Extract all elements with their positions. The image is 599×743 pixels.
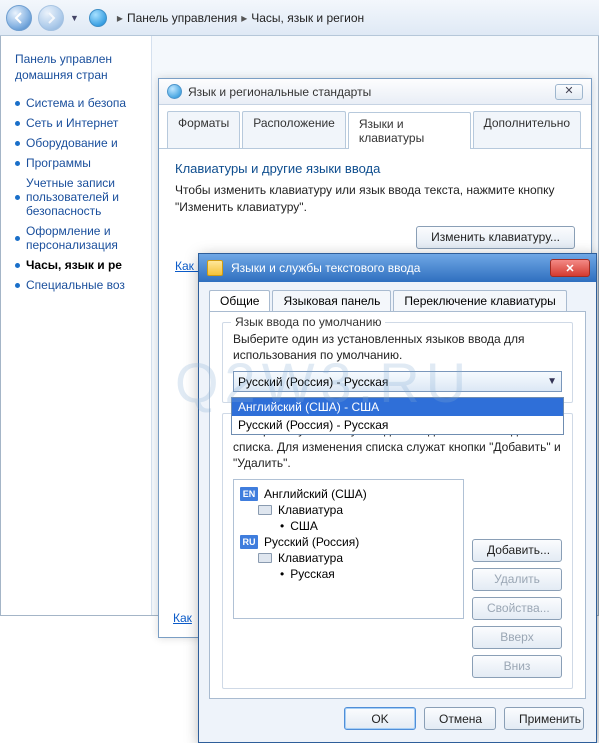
move-up-button[interactable]: Вверх	[472, 626, 562, 649]
default-lang-combo[interactable]: Русский (Россия) - Русская ▼	[233, 371, 562, 392]
tab-general[interactable]: Общие	[209, 290, 270, 311]
sidebar-home-link[interactable]: Панель управлен	[15, 52, 143, 66]
keyboard-icon	[258, 553, 272, 563]
ts-titlebar: Языки и службы текстового ввода ✕	[199, 254, 596, 282]
globe-icon	[167, 84, 182, 99]
properties-button[interactable]: Свойства...	[472, 597, 562, 620]
tree-layout-en[interactable]: • США	[280, 518, 457, 534]
sidebar-item-hardware[interactable]: Оборудование и	[15, 136, 143, 150]
tree-layout-ru[interactable]: • Русская	[280, 566, 457, 582]
group-default-lang: Язык ввода по умолчанию Выберите один из…	[222, 322, 573, 403]
region-tabs: Форматы Расположение Языки и клавиатуры …	[159, 105, 591, 149]
default-lang-dropdown: Английский (США) - США Русский (Россия) …	[231, 397, 564, 435]
ok-button[interactable]: OK	[344, 707, 416, 730]
explorer-header: ▼ ▸ Панель управления ▸ Часы, язык и рег…	[0, 0, 599, 36]
tab-switch[interactable]: Переключение клавиатуры	[393, 290, 566, 311]
breadcrumb-sep: ▸	[241, 11, 247, 25]
ts-panel: Язык ввода по умолчанию Выберите один из…	[209, 311, 586, 699]
section-text: Чтобы изменить клавиатуру или язык ввода…	[175, 182, 575, 216]
nav-back-button[interactable]	[6, 5, 32, 31]
sidebar-item-appearance[interactable]: Оформление и персонализация	[15, 224, 143, 252]
cancel-button[interactable]: Отмена	[424, 707, 496, 730]
tree-lang-ru[interactable]: RU Русский (Россия)	[240, 534, 457, 550]
close-button[interactable]: ✕	[555, 84, 583, 100]
tree-kbd-group[interactable]: Клавиатура	[258, 502, 457, 518]
tree-kbd-group[interactable]: Клавиатура	[258, 550, 457, 566]
region-title: Язык и региональные стандарты	[188, 85, 549, 99]
sidebar-item-accessibility[interactable]: Специальные воз	[15, 278, 143, 292]
breadcrumb: ▸ Панель управления ▸ Часы, язык и регио…	[117, 11, 364, 25]
region-titlebar: Язык и региональные стандарты ✕	[159, 79, 591, 105]
sidebar-item-clock-lang[interactable]: Часы, язык и ре	[15, 258, 143, 272]
text-services-dialog: Языки и службы текстового ввода ✕ Общие …	[198, 253, 597, 743]
lang-badge-ru: RU	[240, 535, 258, 549]
combo-value: Русский (Россия) - Русская	[238, 375, 388, 389]
chevron-down-icon: ▼	[547, 376, 557, 387]
tree-lang-en[interactable]: EN Английский (США)	[240, 486, 457, 502]
tab-formats[interactable]: Форматы	[167, 111, 240, 148]
apply-button[interactable]: Применить	[504, 707, 584, 730]
add-button[interactable]: Добавить...	[472, 539, 562, 562]
group-installed-services: Установленные службы Выберите нужные слу…	[222, 413, 573, 689]
sidebar-item-programs[interactable]: Программы	[15, 156, 143, 170]
section-header: Клавиатуры и другие языки ввода	[175, 161, 575, 176]
group-title: Язык ввода по умолчанию	[231, 315, 385, 329]
ts-footer: OK Отмена Применить	[199, 707, 596, 742]
ts-tabs: Общие Языковая панель Переключение клави…	[199, 282, 596, 311]
tab-location[interactable]: Расположение	[242, 111, 346, 148]
tab-langbar[interactable]: Языковая панель	[272, 290, 391, 311]
sidebar: Панель управлен домашняя стран Система и…	[1, 36, 151, 615]
language-tree[interactable]: EN Английский (США) Клавиатура • США RU …	[233, 479, 464, 619]
tab-keyboards[interactable]: Языки и клавиатуры	[348, 112, 471, 149]
chevron-down-icon[interactable]: ▼	[70, 13, 79, 23]
keyboard-icon	[258, 505, 272, 515]
sidebar-item-network[interactable]: Сеть и Интернет	[15, 116, 143, 130]
group-desc: Выберите один из установленных языков вв…	[233, 331, 562, 363]
tab-additional[interactable]: Дополнительно	[473, 111, 581, 148]
dropdown-option-ru[interactable]: Русский (Россия) - Русская	[232, 416, 563, 434]
move-down-button[interactable]: Вниз	[472, 655, 562, 678]
sidebar-home-link2[interactable]: домашняя стран	[15, 68, 143, 82]
change-keyboard-button[interactable]: Изменить клавиатуру...	[416, 226, 575, 249]
dropdown-option-en[interactable]: Английский (США) - США	[232, 398, 563, 416]
lang-badge-en: EN	[240, 487, 258, 501]
globe-icon	[89, 9, 107, 27]
nav-forward-button[interactable]	[38, 5, 64, 31]
breadcrumb-sep: ▸	[117, 11, 123, 25]
keyboard-icon	[207, 260, 223, 276]
sidebar-item-system[interactable]: Система и безопа	[15, 96, 143, 110]
breadcrumb-item[interactable]: Часы, язык и регион	[251, 11, 364, 25]
tree-buttons: Добавить... Удалить Свойства... Вверх Вн…	[472, 539, 562, 678]
ts-title: Языки и службы текстового ввода	[231, 261, 542, 275]
help-link-bottom[interactable]: Как	[173, 611, 192, 625]
breadcrumb-item[interactable]: Панель управления	[127, 11, 237, 25]
sidebar-item-accounts[interactable]: Учетные записи пользователей и безопасно…	[15, 176, 143, 218]
close-button[interactable]: ✕	[550, 259, 590, 277]
remove-button[interactable]: Удалить	[472, 568, 562, 591]
